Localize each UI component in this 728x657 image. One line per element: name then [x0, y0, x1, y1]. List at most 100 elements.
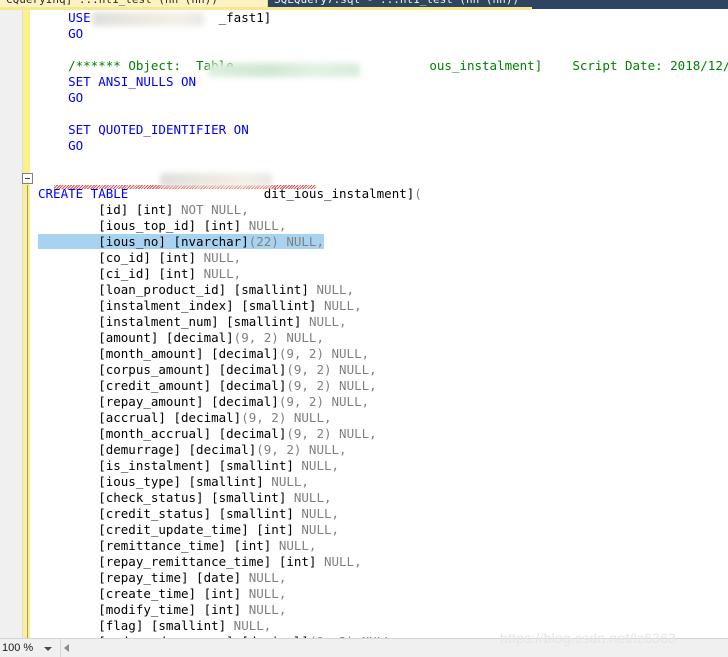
code-token-blk: [loan_product_id] [smallint]	[38, 282, 317, 297]
code-token-gray: NULL,	[301, 522, 340, 537]
code-token-gray: NULL,	[323, 298, 362, 313]
code-token-blk: [amount] [decimal]	[38, 330, 234, 345]
code-token-blk: [is_instalment] [smallint]	[38, 458, 302, 473]
code-token-blk: [co_id] [int]	[38, 250, 204, 265]
code-token-gray: NULL,	[308, 314, 347, 329]
code-token-gray: (	[414, 186, 422, 201]
code-token-kw: USE	[68, 10, 91, 25]
code-line[interactable]	[38, 42, 728, 58]
code-token-blk: [ious_no] [nvarchar]	[38, 234, 249, 249]
code-token-gray: (9, 2) NULL,	[241, 410, 332, 425]
code-line[interactable]: [repay_time] [date] NULL,	[38, 570, 728, 586]
code-line[interactable]: [ious_type] [smallint] NULL,	[38, 474, 728, 490]
tab-inactive-label: CQueryInq] ...nt1_test (nn (nn))	[6, 0, 218, 6]
code-line[interactable]: [ci_id] [int] NULL,	[38, 266, 728, 282]
code-token-gray: (9, 2) NULL,	[256, 442, 347, 457]
code-token-gray: NULL,	[203, 250, 242, 265]
code-token-blk: [month_accrual] [decimal]	[38, 426, 287, 441]
code-token-gray: NULL,	[248, 602, 287, 617]
code-line[interactable]: GO	[38, 138, 728, 154]
code-line[interactable]: [loan_product_id] [smallint] NULL,	[38, 282, 728, 298]
code-line[interactable]: [id] [int] NOT NULL,	[38, 202, 728, 218]
code-line[interactable]: [instalment_num] [smallint] NULL,	[38, 314, 728, 330]
code-line[interactable]: [credit_status] [smallint] NULL,	[38, 506, 728, 522]
redacted-table-name	[160, 173, 272, 187]
redacted-database-name	[92, 12, 204, 26]
code-token-blk: [month_amount] [decimal]	[38, 346, 279, 361]
code-token-blk	[38, 74, 68, 89]
outlining-region-line	[27, 185, 28, 655]
code-token-blk: [create_time] [int]	[38, 586, 249, 601]
code-token-gray: NULL,	[203, 266, 242, 281]
editor-selection-margin[interactable]	[0, 10, 23, 638]
editor-outlining-margin[interactable]	[30, 10, 38, 638]
code-token-gray: NULL,	[233, 618, 272, 633]
code-line[interactable]: [repay_amount] [decimal](9, 2) NULL,	[38, 394, 728, 410]
code-line[interactable]: [accrual] [decimal](9, 2) NULL,	[38, 410, 728, 426]
code-token-blk: [credit_update_time] [int]	[38, 522, 302, 537]
code-editor-surface[interactable]: USE _fast1] GO /****** Object: Table ous…	[0, 10, 728, 655]
code-token-gray: NULL,	[301, 506, 340, 521]
code-token-kw: GO	[68, 26, 84, 41]
code-line[interactable]	[38, 106, 728, 122]
code-line[interactable]	[38, 170, 728, 186]
code-token-gray: (9, 2) NULL,	[278, 394, 370, 409]
code-line[interactable]: [ious_top_id] [int] NULL,	[38, 218, 728, 234]
code-line[interactable]: [create_time] [int] NULL,	[38, 586, 728, 602]
code-token-blk: [instalment_num] [smallint]	[38, 314, 309, 329]
redacted-table-schema-in-comment	[208, 63, 360, 77]
editor-status-bar: 100 %	[0, 638, 728, 657]
code-line[interactable]: [instalment_index] [smallint] NULL,	[38, 298, 728, 314]
code-line[interactable]: SET QUOTED_IDENTIFIER ON	[38, 122, 728, 138]
code-token-kw: GO	[68, 90, 84, 105]
code-token-blk	[38, 138, 68, 153]
code-line[interactable]: SET ANSI_NULLS ON	[38, 74, 728, 90]
horizontal-scrollbar[interactable]	[60, 639, 728, 657]
code-token-gray: (9, 2) NULL,	[286, 378, 377, 393]
scroll-left-arrow-icon[interactable]	[64, 644, 69, 652]
code-token-blk: [id] [int]	[38, 202, 181, 217]
code-line[interactable]: [flag] [smallint] NULL,	[38, 618, 728, 634]
code-token-blk: [repay_remittance_time] [int]	[38, 554, 324, 569]
zoom-level-selector[interactable]: 100 %	[0, 639, 58, 657]
code-line[interactable]: [co_id] [int] NULL,	[38, 250, 728, 266]
code-token-blk	[38, 122, 68, 137]
code-token-gray: NULL,	[271, 474, 309, 489]
code-token-blk: [remittance_time] [int]	[38, 538, 279, 553]
code-line[interactable]: [modify_time] [int] NULL,	[38, 602, 728, 618]
code-line[interactable]: /****** Object: Table ous_instalment] Sc…	[38, 58, 728, 74]
code-line[interactable]: [corpus_amount] [decimal](9, 2) NULL,	[38, 362, 728, 378]
code-line[interactable]: [repay_remittance_time] [int] NULL,	[38, 554, 728, 570]
code-token-gray: NULL,	[301, 458, 340, 473]
code-line[interactable]: [credit_update_time] [int] NULL,	[38, 522, 728, 538]
collapse-region-toggle-icon[interactable]	[22, 173, 33, 184]
code-token-gray: NULL,	[278, 538, 317, 553]
code-token-blk: [credit_status] [smallint]	[38, 506, 302, 521]
code-line[interactable]: [is_instalment] [smallint] NULL,	[38, 458, 728, 474]
code-token-blk: [ci_id] [int]	[38, 266, 204, 281]
code-token-kw: SET ANSI_NULLS ON	[68, 74, 197, 89]
code-token-gray: (9, 2) NULL,	[278, 346, 370, 361]
code-line[interactable]: [ious_no] [nvarchar](22) NULL,	[38, 234, 728, 250]
code-line[interactable]: [remittance_time] [int] NULL,	[38, 538, 728, 554]
code-line[interactable]: [check_status] [smallint] NULL,	[38, 490, 728, 506]
code-line[interactable]	[38, 154, 728, 170]
code-token-kw: SET QUOTED_IDENTIFIER ON	[68, 122, 249, 137]
code-token-blk: [ious_top_id] [int]	[38, 218, 249, 233]
code-token-gray: NULL,	[316, 282, 355, 297]
code-token-gray: NOT NULL,	[181, 202, 249, 217]
code-token-blk: [instalment_index] [smallint]	[38, 298, 324, 313]
code-token-blk: [check_status] [smallint]	[38, 490, 294, 505]
code-line[interactable]: [month_amount] [decimal](9, 2) NULL,	[38, 346, 728, 362]
code-line[interactable]: GO	[38, 26, 728, 42]
code-line[interactable]: [amount] [decimal](9, 2) NULL,	[38, 330, 728, 346]
code-line[interactable]: [demurrage] [decimal](9, 2) NULL,	[38, 442, 728, 458]
code-token-blk: [corpus_amount] [decimal]	[38, 362, 287, 377]
code-line[interactable]: [credit_amount] [decimal](9, 2) NULL,	[38, 378, 728, 394]
code-token-gray: (9, 2) NULL,	[233, 330, 324, 345]
code-line[interactable]: GO	[38, 90, 728, 106]
chevron-down-icon[interactable]	[44, 647, 52, 651]
code-line[interactable]: [month_accrual] [decimal](9, 2) NULL,	[38, 426, 728, 442]
code-text-area[interactable]: USE _fast1] GO /****** Object: Table ous…	[38, 10, 728, 638]
code-token-cmt: /****** Object: Table ous_instalment] Sc…	[68, 58, 728, 73]
